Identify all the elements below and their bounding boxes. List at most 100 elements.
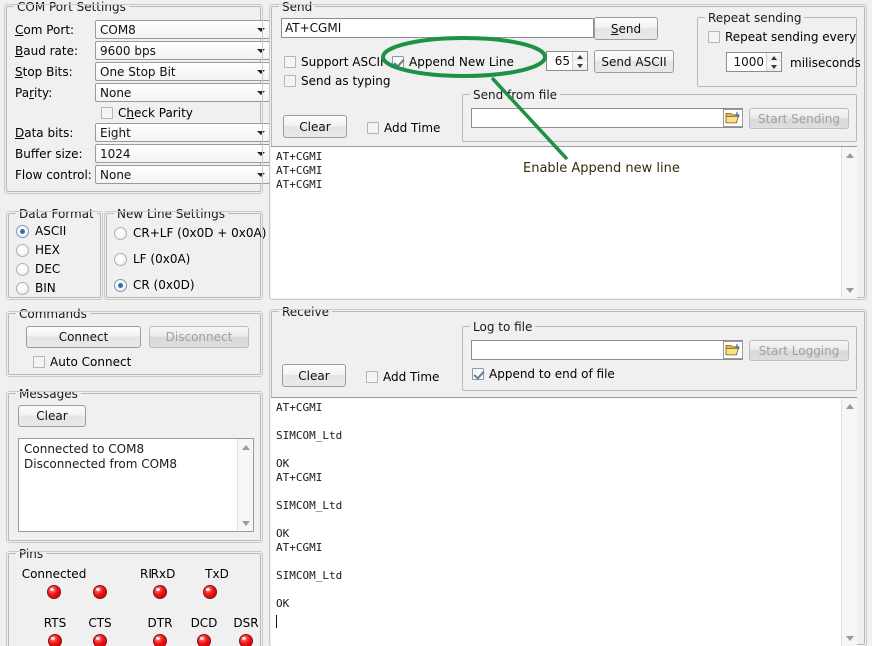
receive-log-scrollbar[interactable] [841,398,857,646]
append-to-end-of-file-checkbox[interactable]: Append to end of file [472,367,615,381]
baud-rate-value: 9600 bps [100,44,252,58]
append-new-line-checkbox[interactable]: Append New Line [392,55,514,69]
pin-led-dcd [197,634,211,646]
flow-control-combo[interactable]: None [95,165,270,184]
spinner-up-icon[interactable] [767,53,781,62]
send-from-file-browse-button[interactable] [723,109,743,127]
scroll-up-icon[interactable] [238,439,253,455]
messages-log-pane[interactable]: Connected to COM8 Disconnected from COM8 [18,438,254,532]
data-format-group: Data Format ASCII HEX DEC BIN [8,213,101,298]
new-line-option-cr[interactable]: CR (0x0D) [114,278,195,292]
receive-clear-button[interactable]: Clear [282,364,346,387]
checkbox-box [708,31,720,43]
data-bits-label: Data bits: [15,126,73,140]
data-format-label-dec: DEC [35,262,60,276]
send-add-time-checkbox[interactable]: Add Time [367,121,440,135]
send-add-time-label: Add Time [384,121,440,135]
repeat-sending-checkbox[interactable]: Repeat sending every [708,30,856,44]
append-new-line-label: Append New Line [409,55,514,69]
messages-group: Messages Clear Connected to COM8 Disconn… [8,393,261,541]
buffer-size-label: Buffer size: [15,147,83,161]
buffer-size-value: 1024 [100,147,252,161]
scroll-down-icon[interactable] [842,630,857,646]
baud-rate-combo[interactable]: 9600 bps [95,41,270,60]
scroll-down-icon[interactable] [238,515,253,531]
spinner-buttons[interactable] [766,53,781,71]
pin-led-rts [48,634,62,646]
pins-group: Pins Connected RI RxD TxD RTS CTS DTR DC… [8,553,261,646]
connect-button[interactable]: Connect [26,326,141,348]
check-parity-checkbox[interactable]: Check Parity [101,106,193,120]
pin-label-dsr: DSR [224,616,268,630]
send-as-typing-label: Send as typing [301,74,390,88]
start-sending-label: Start Sending [758,112,840,126]
send-ascii-label: Send ASCII [601,55,666,69]
spinner-buttons[interactable] [572,52,587,70]
buffer-size-combo[interactable]: 1024 [95,144,270,163]
pin-label-cts: CTS [78,616,122,630]
receive-log-pane[interactable]: AT+CGMI SIMCOM_Ltd OK AT+CGMI SIMCOM_Ltd… [271,397,857,646]
receive-group: Receive Clear Add Time Log to file Start… [271,311,865,645]
send-button[interactable]: Send [594,17,658,40]
messages-clear-button[interactable]: Clear [18,405,86,427]
checkbox-box [284,75,296,87]
ascii-code-spinner[interactable]: 65 [546,51,588,71]
com-port-settings-group: COM Port Settings Com Port: COM8 Baud ra… [6,6,261,192]
stop-bits-combo[interactable]: One Stop Bit [95,62,270,81]
data-format-option-bin[interactable]: BIN [16,281,56,295]
checkbox-box [101,107,113,119]
data-format-label-hex: HEX [35,243,60,257]
send-command-input[interactable]: AT+CGMI [281,18,594,38]
auto-connect-checkbox[interactable]: Auto Connect [33,355,131,369]
log-to-file-path-input[interactable] [471,340,743,360]
send-clear-button[interactable]: Clear [283,115,347,138]
start-logging-button[interactable]: Start Logging [749,340,849,361]
start-sending-button[interactable]: Start Sending [749,108,849,129]
log-to-file-group: Log to file Start Logging Append to end … [462,326,857,391]
send-from-file-path-input[interactable] [471,108,743,128]
send-log-scrollbar[interactable] [841,147,857,298]
repeat-interval-spinner[interactable]: 1000 [726,52,782,72]
scroll-up-icon[interactable] [842,147,857,163]
radio-circle [114,279,127,292]
log-to-file-browse-button[interactable] [723,341,743,359]
spinner-up-icon[interactable] [573,52,587,61]
commands-title: Commands [16,307,90,321]
serial-terminal-window: COM Port Settings Com Port: COM8 Baud ra… [0,0,872,646]
data-format-option-dec[interactable]: DEC [16,262,60,276]
send-as-typing-checkbox[interactable]: Send as typing [284,74,390,88]
spinner-down-icon[interactable] [767,62,781,71]
data-bits-combo[interactable]: Eight [95,123,270,142]
chevron-down-icon [252,42,269,59]
receive-add-time-checkbox[interactable]: Add Time [366,370,439,384]
com-port-combo[interactable]: COM8 [95,20,270,39]
com-port-value: COM8 [100,23,252,37]
data-format-option-ascii[interactable]: ASCII [16,224,66,238]
new-line-option-crlf[interactable]: CR+LF (0x0D + 0x0A) [114,226,266,240]
text-caret [276,615,277,628]
radio-circle [16,244,29,257]
send-from-file-group: Send from file Start Sending [462,94,857,142]
disconnect-label: Disconnect [166,330,233,344]
folder-open-icon [725,343,741,357]
pin-label-txd: TxD [185,567,249,581]
send-ascii-button[interactable]: Send ASCII [594,50,674,73]
radio-circle [114,227,127,240]
data-format-option-hex[interactable]: HEX [16,243,60,257]
spinner-down-icon[interactable] [573,61,587,70]
scroll-down-icon[interactable] [842,282,857,298]
flow-control-value: None [100,168,252,182]
new-line-option-lf[interactable]: LF (0x0A) [114,252,190,266]
chevron-down-icon [252,63,269,80]
disconnect-button[interactable]: Disconnect [149,326,249,348]
support-ascii-checkbox[interactable]: Support ASCII [284,55,384,69]
annotation-text: Enable Append new line [523,161,680,176]
messages-title: Messages [16,387,81,401]
messages-scrollbar[interactable] [237,439,253,531]
send-group: Send AT+CGMI Send Support ASCII Append N… [271,6,865,298]
send-button-label: Send [611,22,641,36]
parity-combo[interactable]: None [95,83,270,102]
radio-circle [16,282,29,295]
scroll-up-icon[interactable] [842,398,857,414]
chevron-down-icon [252,166,269,183]
